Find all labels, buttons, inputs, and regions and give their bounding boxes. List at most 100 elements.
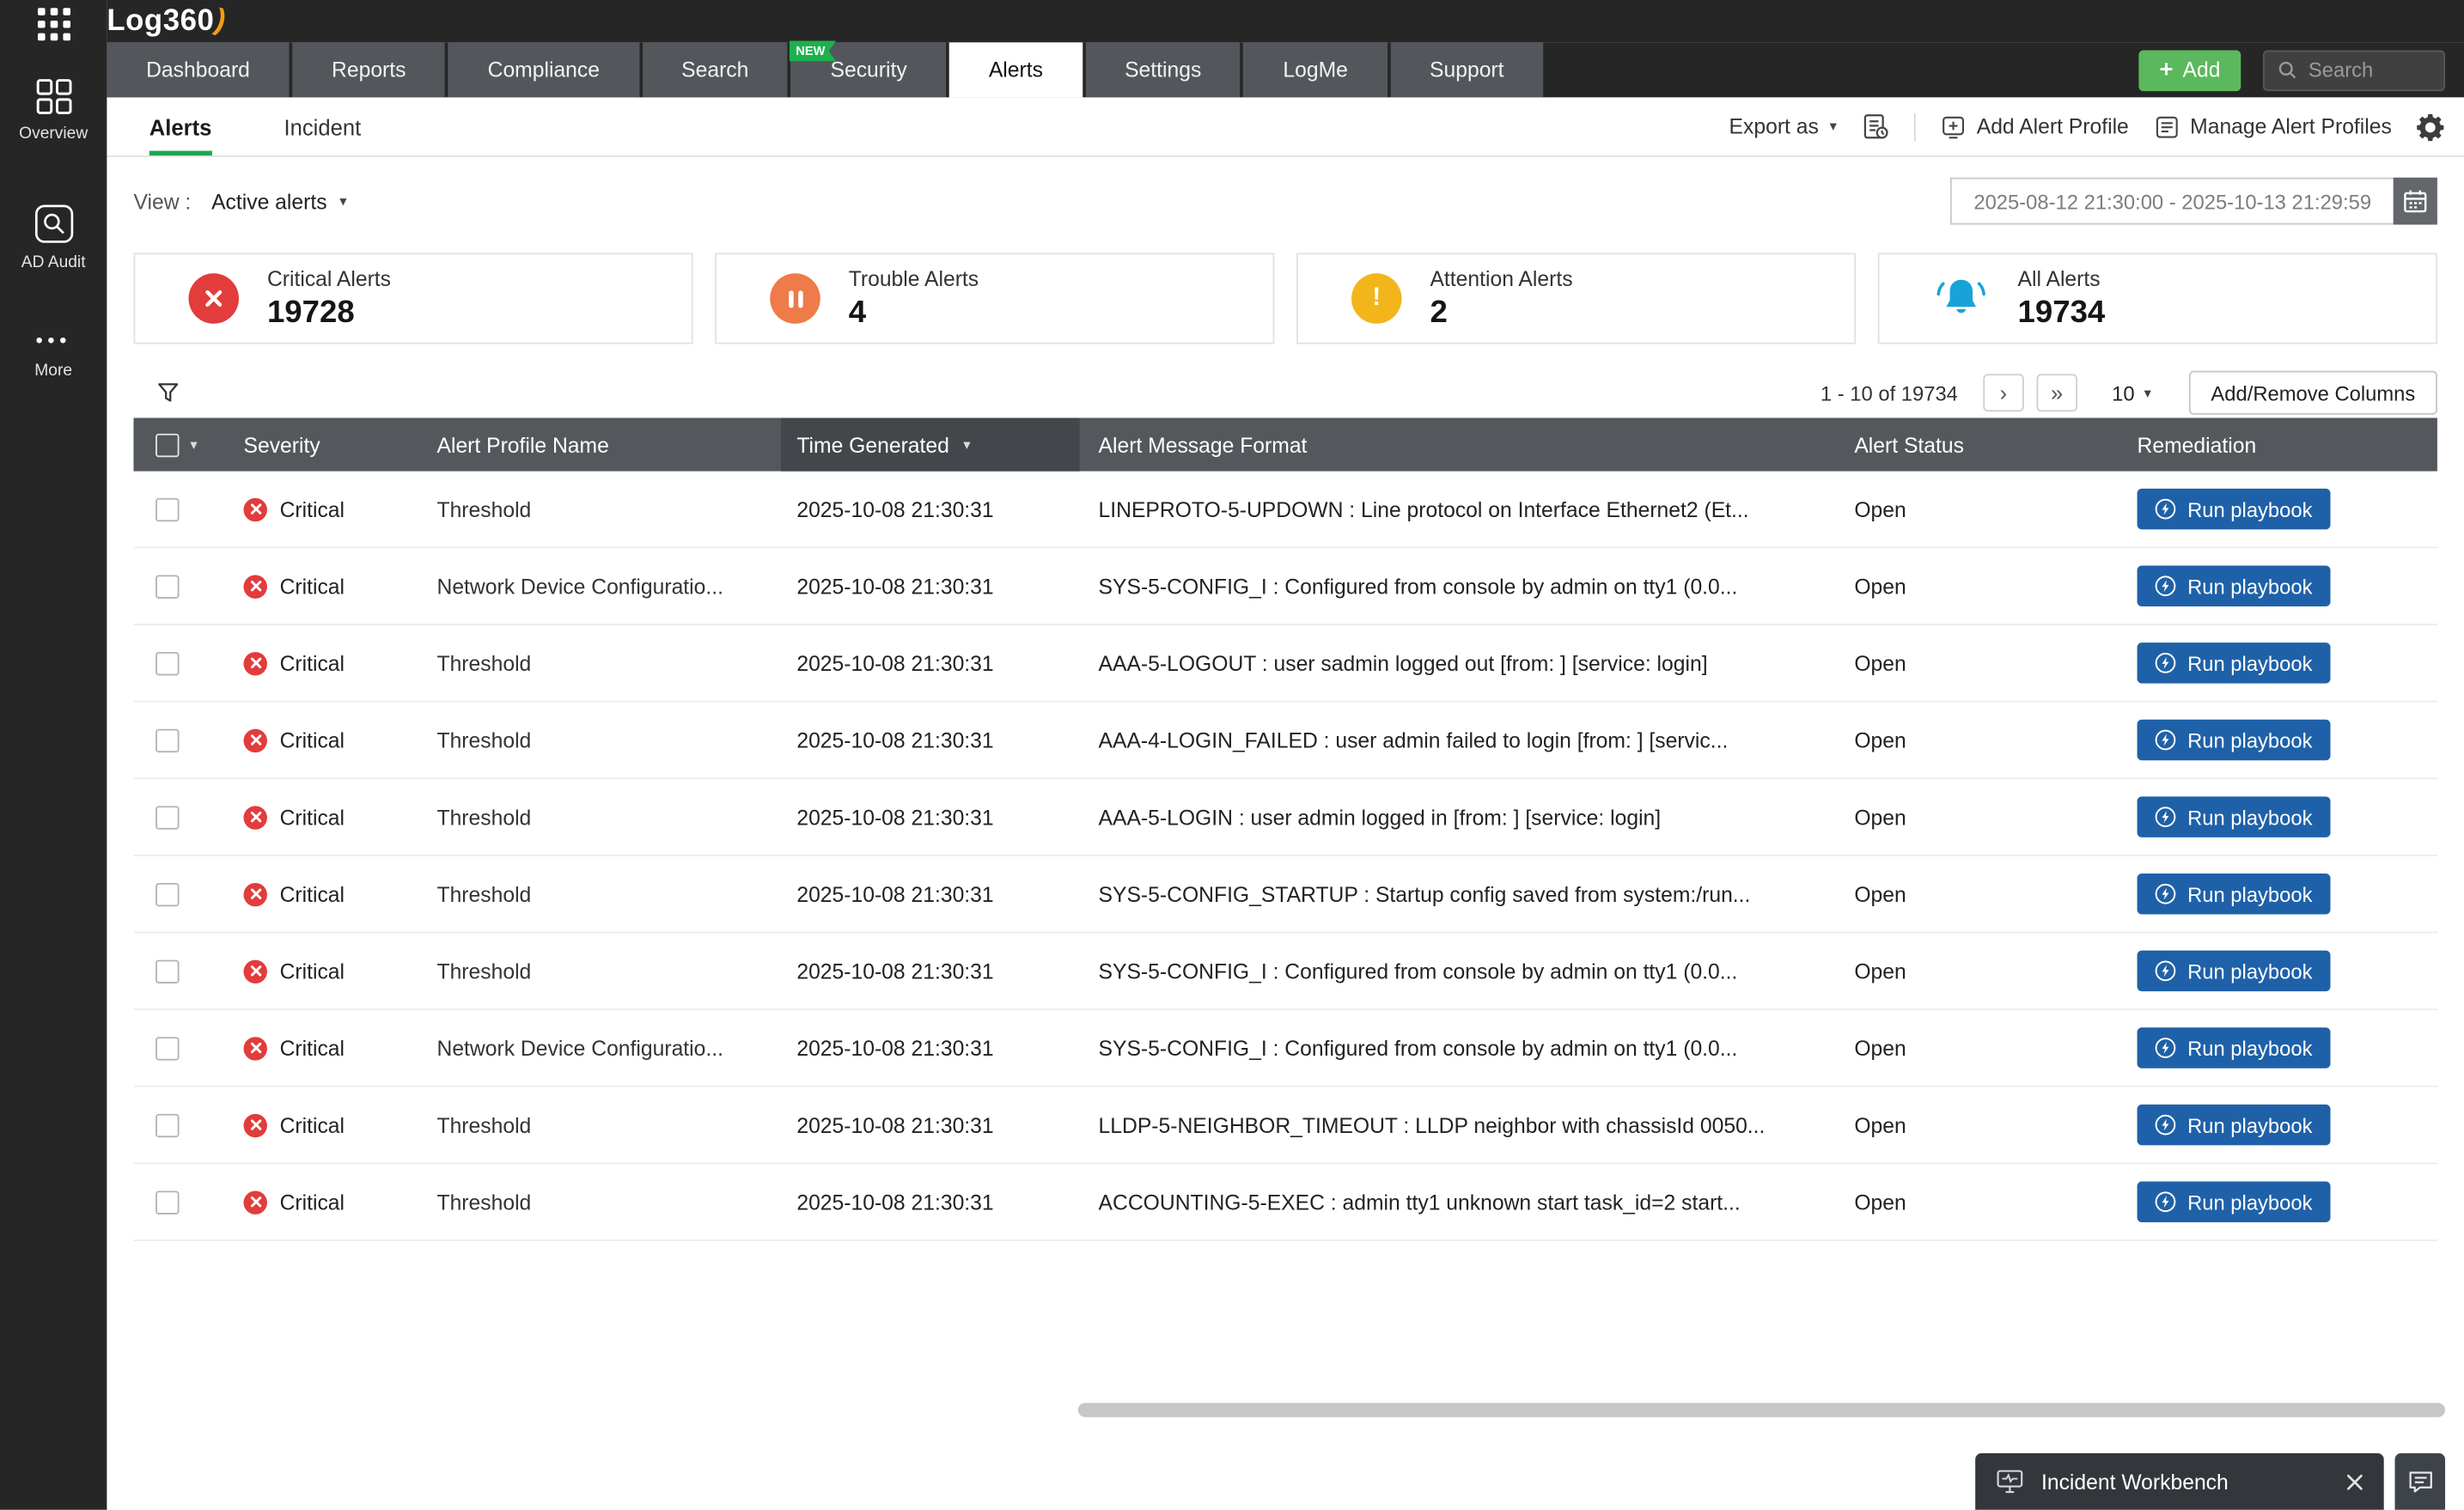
alert-message[interactable]: SYS-5-CONFIG_I : Configured from console…: [1080, 1036, 1839, 1059]
tab-security[interactable]: NEW Security: [791, 42, 947, 97]
alert-profile-name[interactable]: Threshold: [436, 882, 781, 905]
alert-message[interactable]: SYS-5-CONFIG_STARTUP : Startup config sa…: [1080, 882, 1839, 905]
next-page-button[interactable]: ›: [1983, 374, 2024, 411]
add-alert-profile-button[interactable]: Add Alert Profile: [1941, 114, 2129, 139]
alert-status[interactable]: Open: [1839, 805, 2121, 828]
sidebar-item-more[interactable]: ••• More: [0, 330, 107, 381]
run-playbook-button[interactable]: Run playbook: [2138, 642, 2330, 684]
severity-cell: Critical: [244, 497, 437, 521]
alert-status[interactable]: Open: [1839, 651, 2121, 674]
alert-status[interactable]: Open: [1839, 959, 2121, 983]
settings-gear-button[interactable]: [2417, 113, 2445, 141]
add-button[interactable]: + Add: [2139, 50, 2241, 91]
run-playbook-button[interactable]: Run playbook: [2138, 874, 2330, 915]
row-checkbox[interactable]: [156, 1190, 179, 1214]
tab-settings[interactable]: Settings: [1085, 42, 1241, 97]
view-dropdown[interactable]: Active alerts▾: [211, 189, 346, 212]
tab-compliance[interactable]: Compliance: [448, 42, 639, 97]
sidebar-item-overview[interactable]: Overview: [0, 78, 107, 143]
alert-status[interactable]: Open: [1839, 1190, 2121, 1214]
alert-message[interactable]: AAA-4-LOGIN_FAILED : user admin failed t…: [1080, 728, 1839, 752]
tab-reports[interactable]: Reports: [292, 42, 445, 97]
row-checkbox[interactable]: [156, 959, 179, 983]
playbook-lightning-icon: [2155, 652, 2177, 674]
row-checkbox[interactable]: [156, 651, 179, 674]
header-alert-message-format[interactable]: Alert Message Format: [1080, 418, 1839, 472]
incident-workbench-bar[interactable]: Incident Workbench: [1975, 1453, 2384, 1510]
alert-profile-name[interactable]: Network Device Configuratio...: [436, 575, 781, 598]
alert-profile-name[interactable]: Threshold: [436, 1190, 781, 1214]
alert-message[interactable]: SYS-5-CONFIG_I : Configured from console…: [1080, 575, 1839, 598]
row-checkbox[interactable]: [156, 1036, 179, 1059]
tab-search[interactable]: Search: [642, 42, 788, 97]
row-checkbox[interactable]: [156, 1113, 179, 1136]
export-as-dropdown[interactable]: Export as▾: [1729, 115, 1837, 138]
alert-status[interactable]: Open: [1839, 497, 2121, 521]
alert-message[interactable]: LLDP-5-NEIGHBOR_TIMEOUT : LLDP neighbor …: [1080, 1113, 1839, 1136]
run-playbook-button[interactable]: Run playbook: [2138, 565, 2330, 606]
attention-alerts-card[interactable]: ! Attention Alerts 2: [1296, 253, 1856, 344]
checkbox-dropdown-icon[interactable]: ▾: [190, 436, 197, 454]
all-alerts-card[interactable]: All Alerts 19734: [1878, 253, 2437, 344]
alert-profile-name[interactable]: Threshold: [436, 1113, 781, 1136]
sidebar-item-ad-audit[interactable]: AD Audit: [0, 204, 107, 272]
scheduled-report-button[interactable]: [1862, 113, 1888, 140]
alert-status[interactable]: Open: [1839, 1113, 2121, 1136]
alert-message[interactable]: LINEPROTO-5-UPDOWN : Line protocol on In…: [1080, 497, 1839, 521]
manage-alert-profiles-button[interactable]: Manage Alert Profiles: [2154, 114, 2392, 139]
critical-alerts-card[interactable]: Critical Alerts 19728: [133, 253, 692, 344]
tab-alerts[interactable]: Alerts: [949, 42, 1083, 97]
close-icon[interactable]: [2346, 1473, 2363, 1490]
tab-dashboard[interactable]: Dashboard: [107, 42, 289, 97]
alert-profile-name[interactable]: Threshold: [436, 497, 781, 521]
alert-profile-name[interactable]: Network Device Configuratio...: [436, 1036, 781, 1059]
alert-message[interactable]: SYS-5-CONFIG_I : Configured from console…: [1080, 959, 1839, 983]
chat-button[interactable]: [2395, 1453, 2446, 1510]
run-playbook-button[interactable]: Run playbook: [2138, 720, 2330, 761]
row-checkbox[interactable]: [156, 805, 179, 828]
horizontal-scrollbar[interactable]: [1078, 1403, 2445, 1416]
alert-status[interactable]: Open: [1839, 1036, 2121, 1059]
run-playbook-button[interactable]: Run playbook: [2138, 1105, 2330, 1146]
header-time-generated[interactable]: Time Generated ▾: [781, 418, 1080, 472]
row-checkbox[interactable]: [156, 575, 179, 598]
row-checkbox[interactable]: [156, 728, 179, 752]
header-severity[interactable]: Severity: [244, 418, 437, 472]
alert-message[interactable]: ACCOUNTING-5-EXEC : admin tty1 unknown s…: [1080, 1190, 1839, 1214]
alert-profile-name[interactable]: Threshold: [436, 728, 781, 752]
search-input[interactable]: Search: [2263, 50, 2445, 91]
alert-message[interactable]: AAA-5-LOGIN : user admin logged in [from…: [1080, 805, 1839, 828]
calendar-button[interactable]: [2394, 178, 2437, 225]
subtab-incident[interactable]: Incident: [284, 97, 361, 155]
subtab-alerts[interactable]: Alerts: [149, 97, 212, 155]
alert-message[interactable]: AAA-5-LOGOUT : user sadmin logged out [f…: [1080, 651, 1839, 674]
date-range-value[interactable]: 2025-08-12 21:30:00 - 2025-10-13 21:29:5…: [1950, 178, 2394, 225]
alert-profile-name[interactable]: Threshold: [436, 959, 781, 983]
run-playbook-button[interactable]: Run playbook: [2138, 796, 2330, 837]
filter-button[interactable]: [157, 381, 180, 404]
tab-support[interactable]: Support: [1390, 42, 1543, 97]
run-playbook-button[interactable]: Run playbook: [2138, 951, 2330, 992]
app-launcher-icon[interactable]: [0, 6, 107, 42]
alert-status[interactable]: Open: [1839, 728, 2121, 752]
alert-status[interactable]: Open: [1839, 575, 2121, 598]
page-size-dropdown[interactable]: 10▾: [2112, 381, 2151, 405]
run-playbook-label: Run playbook: [2187, 575, 2312, 598]
alert-profile-name[interactable]: Threshold: [436, 805, 781, 828]
header-alert-profile-name[interactable]: Alert Profile Name: [436, 418, 781, 472]
trouble-alerts-card[interactable]: Trouble Alerts 4: [715, 253, 1274, 344]
alert-status[interactable]: Open: [1839, 882, 2121, 905]
add-remove-columns-button[interactable]: Add/Remove Columns: [2189, 371, 2437, 415]
row-checkbox[interactable]: [156, 882, 179, 905]
last-page-button[interactable]: »: [2036, 374, 2077, 411]
alert-profile-name[interactable]: Threshold: [436, 651, 781, 674]
header-alert-status[interactable]: Alert Status: [1839, 418, 2121, 472]
run-playbook-button[interactable]: Run playbook: [2138, 1027, 2330, 1069]
row-checkbox[interactable]: [156, 497, 179, 521]
add-alert-profile-icon: [1941, 114, 1966, 139]
date-range-picker[interactable]: 2025-08-12 21:30:00 - 2025-10-13 21:29:5…: [1950, 178, 2437, 225]
tab-logme[interactable]: LogMe: [1244, 42, 1388, 97]
select-all-checkbox[interactable]: [156, 433, 179, 456]
run-playbook-button[interactable]: Run playbook: [2138, 489, 2330, 530]
run-playbook-button[interactable]: Run playbook: [2138, 1181, 2330, 1222]
